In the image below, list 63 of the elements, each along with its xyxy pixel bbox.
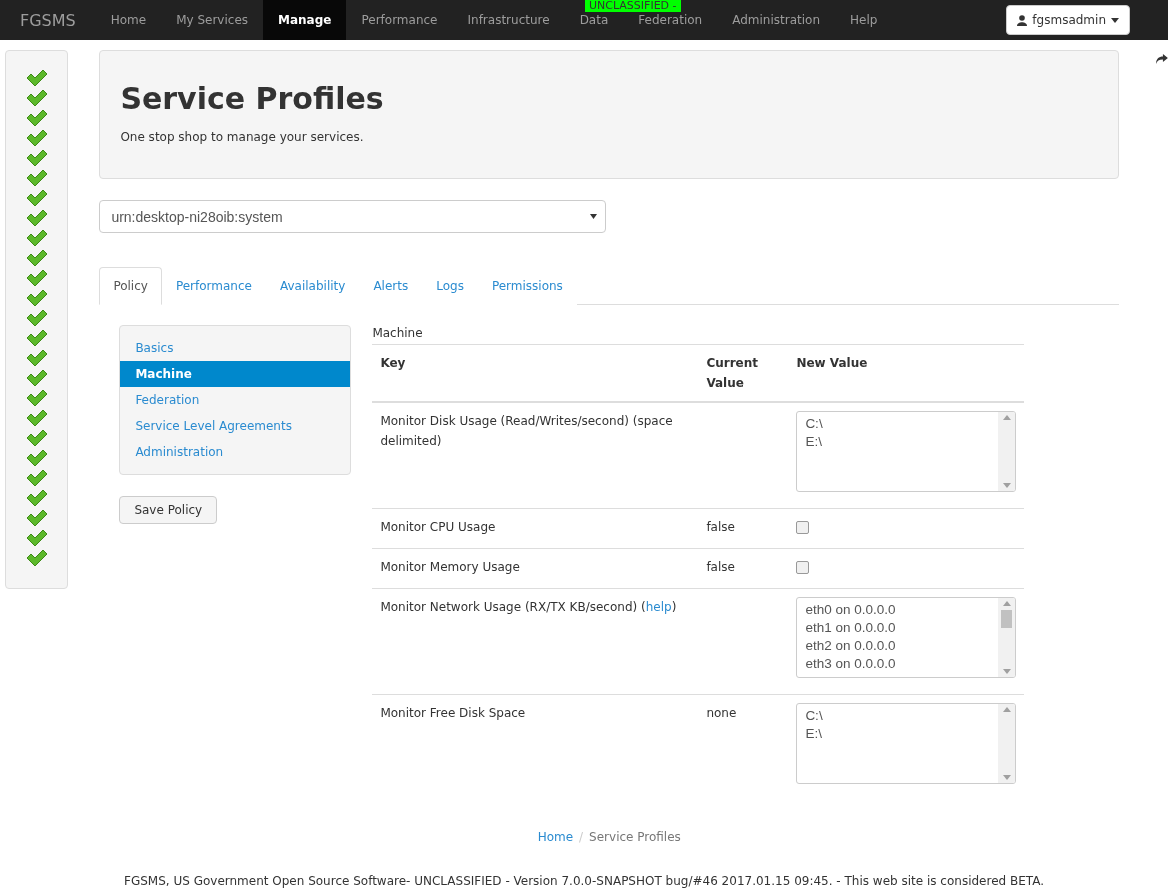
footer-text: FGSMS, US Government Open Source Software- UNCLASSIFIED - Version 7.0.0-SNAPSHOT bug/#46 2017.01.15 09:45. - This web site is considered BETA. — [123, 874, 1045, 888]
share-icon[interactable] — [1156, 54, 1168, 64]
nav-link[interactable]: My Services — [161, 13, 264, 27]
column-header: Current Value — [698, 344, 789, 402]
classification-banner: UNCLASSIFIED - — [585, 0, 681, 12]
list-option[interactable]: eth1 on 0.0.0.0 — [805, 619, 991, 637]
nav-link[interactable]: Manage — [263, 0, 347, 40]
list-option[interactable]: C:\ — [805, 707, 991, 725]
save-button[interactable]: Save Policy — [119, 496, 218, 524]
menu-item[interactable]: Service Level Agreements — [120, 413, 351, 439]
list-option[interactable]: E:\ — [805, 725, 991, 743]
scroll-up-icon[interactable] — [1002, 415, 1011, 420]
list-option[interactable]: eth0 on 0.0.0.0 — [805, 601, 991, 619]
user-menu-button[interactable]: fgsmsadmin — [1006, 5, 1130, 35]
checkbox[interactable] — [796, 561, 810, 574]
list-box[interactable]: C:\ E:\ — [796, 703, 1017, 784]
table-cell: Monitor Disk Usage (Read/Writes/second) (space delimited) — [372, 402, 699, 509]
column-header: Key — [372, 344, 699, 402]
table-caption: Machine — [372, 325, 424, 342]
breadcrumb-separator: / — [579, 830, 584, 844]
menu-item[interactable]: Federation — [120, 387, 351, 413]
breadcrumb-link[interactable]: Home — [537, 830, 574, 844]
tab[interactable]: Policy — [99, 267, 162, 305]
column-header: New Value — [788, 344, 1025, 402]
table-cell: false — [698, 508, 789, 549]
user-icon — [1017, 14, 1028, 26]
page-subtitle: One stop shop to manage your services. — [120, 130, 365, 144]
help-link[interactable]: help — [645, 600, 672, 614]
table-cell: Monitor Free Disk Space — [372, 694, 699, 800]
nav-link[interactable]: Data — [564, 13, 624, 27]
nav-link[interactable]: Infrastructure — [452, 13, 565, 27]
caret-icon — [590, 214, 598, 219]
nav-link[interactable]: Performance — [346, 13, 453, 27]
menu-item[interactable]: Basics — [120, 335, 351, 361]
table-cell: Monitor Network Usage (RX/TX KB/second) (help) — [372, 588, 699, 695]
service-select[interactable]: urn:desktop-ni28oib:system — [99, 200, 607, 233]
scroll-up-icon[interactable] — [1002, 601, 1011, 606]
list-option[interactable]: eth3 on 0.0.0.0 — [805, 655, 991, 673]
scroll-down-icon[interactable] — [1002, 669, 1011, 674]
list-option[interactable]: eth2 on 0.0.0.0 — [805, 637, 991, 655]
brand-logo[interactable]: FGSMS — [0, 10, 96, 30]
breadcrumb-current: Service Profiles — [589, 830, 681, 844]
list-box[interactable]: C:\ E:\ — [796, 411, 1017, 492]
checkbox[interactable] — [796, 521, 810, 534]
table-cell: false — [698, 548, 789, 589]
scroll-down-icon[interactable] — [1002, 483, 1011, 488]
table-cell: none — [698, 694, 789, 800]
caret-icon — [1111, 17, 1119, 23]
page-title: Service Profiles — [120, 81, 385, 116]
list-option[interactable]: C:\ — [805, 415, 991, 433]
table-cell: Monitor Memory Usage — [372, 548, 699, 589]
scroll-down-icon[interactable] — [1002, 775, 1011, 780]
nav-link[interactable]: Help — [835, 13, 893, 27]
scrollbar-thumb[interactable] — [1001, 610, 1013, 628]
menu-item[interactable]: Machine — [120, 361, 351, 387]
nav-link[interactable]: Home — [95, 13, 162, 27]
nav-link[interactable]: Federation — [623, 13, 718, 27]
nav-link[interactable]: Administration — [717, 13, 835, 27]
table-cell: Monitor CPU Usage — [372, 508, 699, 549]
list-box[interactable]: eth0 on 0.0.0.0 eth1 on 0.0.0.0 eth2 on 0.0.0.0 eth3 on 0.0.0.0 — [796, 597, 1017, 678]
menu-item[interactable]: Administration — [120, 439, 351, 465]
scroll-up-icon[interactable] — [1002, 707, 1011, 712]
list-option[interactable]: E:\ — [805, 433, 991, 451]
